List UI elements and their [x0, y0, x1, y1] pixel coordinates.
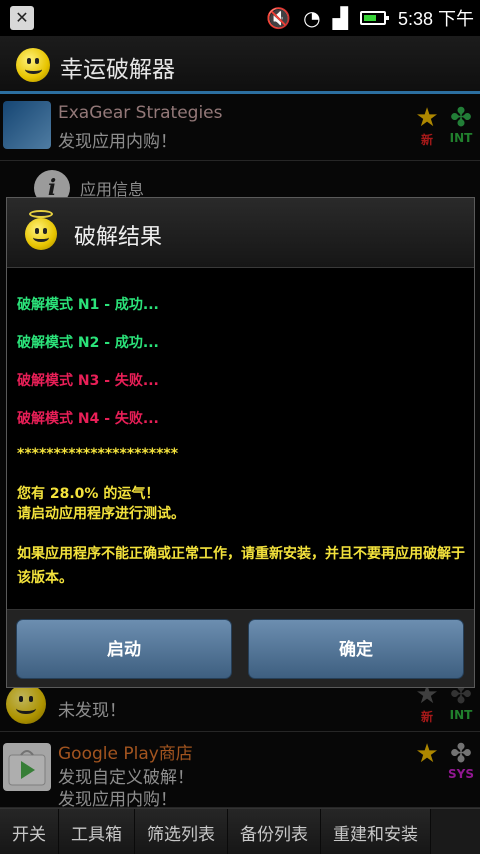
separator-line: **********************: [17, 446, 179, 462]
signal-icon: ▟: [332, 6, 348, 30]
dialog-header: 破解结果: [7, 198, 474, 268]
tab-switch[interactable]: 开关: [0, 809, 59, 854]
patch-mode-result: 破解模式 N1 - 成功...: [17, 297, 159, 313]
tab-filter-list[interactable]: 筛选列表: [135, 809, 228, 854]
luck-text: 您有 28.0% 的运气！: [17, 486, 160, 502]
patch-mode-result: 破解模式 N2 - 成功...: [17, 335, 159, 351]
bottom-tab-bar: 开关 工具箱 筛选列表 备份列表 重建和安装: [0, 808, 480, 854]
app-title: 幸运破解器: [60, 57, 175, 83]
dialog-title: 破解结果: [74, 225, 163, 250]
patch-mode-result: 破解模式 N3 - 失败...: [17, 373, 159, 389]
status-icons: 🔇 ◔ ▟ 5:38 下午: [266, 0, 474, 36]
tab-toolbox[interactable]: 工具箱: [59, 809, 135, 854]
mute-icon: 🔇: [266, 6, 292, 30]
advice-text: 如果应用程序不能正确或正常工作，请重新安装，并且不要再应用破解于该版本。: [17, 546, 465, 586]
status-bar: ✕ 🔇 ◔ ▟ 5:38 下午: [0, 0, 480, 36]
dialog-footer: 启动 确定: [7, 609, 474, 687]
angel-smiley-icon: [25, 218, 57, 250]
tab-rebuild-install[interactable]: 重建和安装: [321, 809, 431, 854]
dialog-body: 破解模式 N1 - 成功... 破解模式 N2 - 成功... 破解模式 N3 …: [17, 294, 469, 590]
launch-button[interactable]: 启动: [16, 619, 232, 679]
clock: 5:38 下午: [397, 9, 474, 29]
app-bar: 幸运破解器: [0, 36, 480, 94]
ok-button[interactable]: 确定: [248, 619, 464, 679]
test-hint-text: 请启动应用程序进行测试。: [17, 506, 185, 522]
patch-result-dialog: 破解结果 破解模式 N1 - 成功... 破解模式 N2 - 成功... 破解模…: [6, 197, 475, 688]
app-logo-icon: [16, 48, 50, 82]
app-notification-icon: ✕: [10, 6, 34, 30]
halo-icon: [29, 210, 53, 218]
battery-icon: [359, 11, 389, 25]
tab-backup-list[interactable]: 备份列表: [228, 809, 321, 854]
wifi-icon: ◔: [303, 6, 321, 30]
patch-mode-result: 破解模式 N4 - 失败...: [17, 411, 159, 427]
